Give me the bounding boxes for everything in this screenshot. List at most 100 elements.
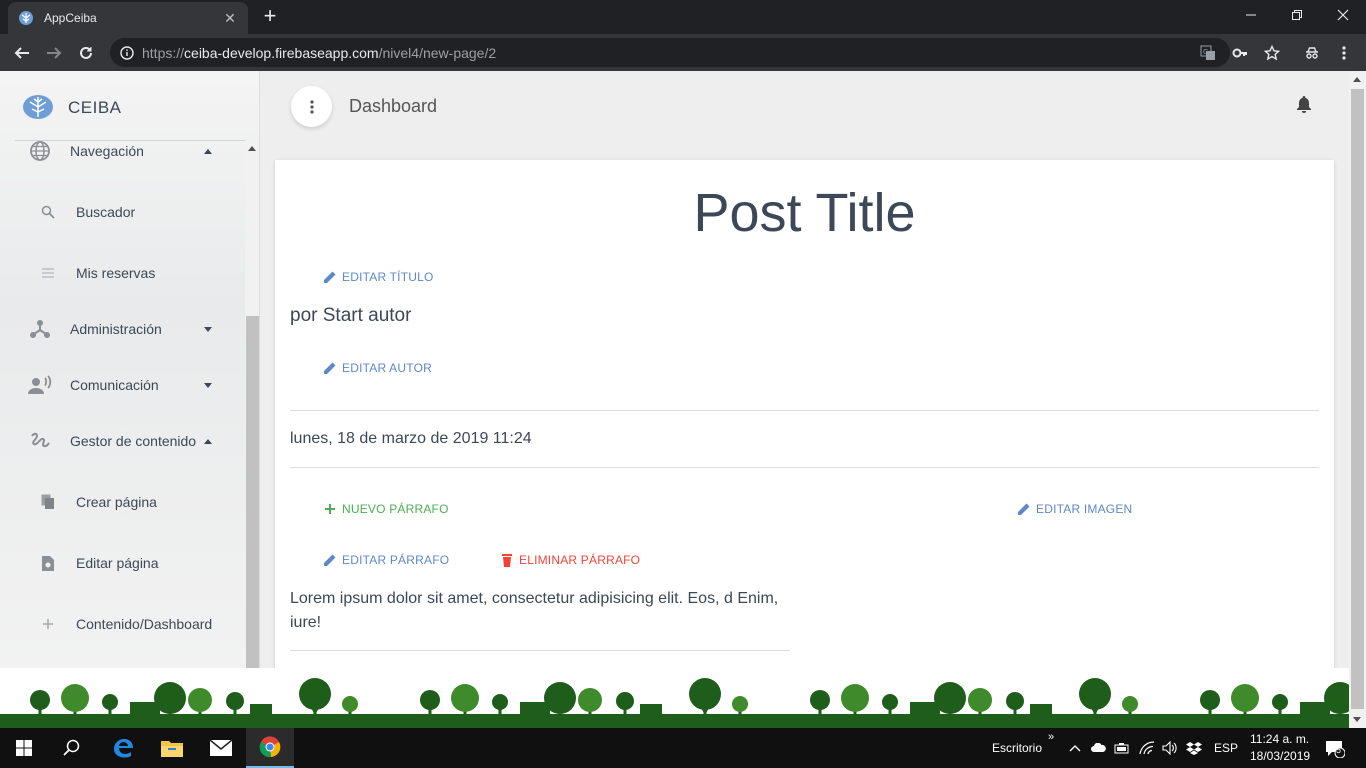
scroll-up-arrow-icon[interactable] — [1353, 77, 1361, 82]
sidebar-subitem-crear-pagina[interactable]: Crear página — [15, 482, 230, 522]
tab-title: AppCeiba — [44, 11, 97, 25]
incognito-icon[interactable] — [1302, 43, 1322, 63]
ceiba-logo-icon[interactable] — [22, 93, 54, 121]
edit-title-label: EDITAR TÍTULO — [342, 270, 434, 284]
volume-icon[interactable] — [1162, 740, 1178, 756]
bookmark-star-icon[interactable] — [1262, 43, 1282, 63]
back-button[interactable] — [9, 40, 35, 66]
edge-browser-button[interactable] — [99, 728, 147, 768]
chrome-icon — [259, 736, 281, 758]
url-path: /nivel4/new-page/2 — [378, 44, 497, 61]
delete-paragraph-label: ELIMINAR PÁRRAFO — [519, 553, 641, 567]
battery-icon[interactable] — [1114, 740, 1130, 756]
pencil-icon — [322, 269, 338, 285]
edit-author-button[interactable]: EDITAR AUTOR — [322, 360, 432, 376]
sidebar-subitem-editar-pagina[interactable]: Editar página — [15, 543, 230, 583]
key-icon[interactable] — [1230, 43, 1250, 63]
sidebar-subitem-buscador[interactable]: Buscador — [15, 192, 230, 232]
search-icon — [63, 739, 80, 756]
clock-time[interactable]: 11:24 a. m. — [1250, 732, 1309, 746]
sidebar-item-navegacion[interactable]: Navegación — [15, 131, 230, 171]
browser-tab[interactable]: AppCeiba ✕ — [8, 2, 248, 34]
scroll-up-arrow-icon[interactable] — [248, 146, 256, 151]
chrome-taskbar-button[interactable] — [246, 728, 294, 768]
hierarchy-icon — [25, 317, 55, 341]
divider — [290, 650, 790, 651]
new-paragraph-button[interactable]: NUEVO PÁRRAFO — [322, 501, 449, 517]
sidebar-item-label: Navegación — [70, 143, 144, 159]
edit-title-button[interactable]: EDITAR TÍTULO — [322, 269, 434, 285]
folder-icon — [161, 741, 183, 757]
edit-image-button[interactable]: EDITAR IMAGEN — [1016, 501, 1132, 517]
sidebar-subitem-mis-reservas[interactable]: Mis reservas — [15, 253, 230, 293]
chevron-up-icon[interactable] — [1067, 740, 1083, 756]
caret-down-icon — [204, 326, 212, 332]
plus-icon — [322, 501, 338, 517]
url-scheme: https:// — [142, 44, 185, 61]
sidebar-scroll-thumb[interactable] — [246, 316, 259, 668]
sidebar-item-label: Crear página — [76, 494, 157, 510]
sidebar-brand[interactable]: CEIBA — [68, 98, 122, 118]
globe-icon — [25, 139, 55, 163]
pencil-icon — [322, 552, 338, 568]
chrome-menu-icon[interactable] — [1334, 43, 1354, 63]
more-menu-button[interactable] — [291, 86, 332, 127]
sidebar-scrollbar[interactable] — [245, 141, 259, 668]
edit-paragraph-label: EDITAR PÁRRAFO — [342, 553, 450, 567]
chevron-double-right-icon[interactable]: » — [1048, 731, 1054, 743]
ceiba-favicon-icon — [18, 10, 34, 26]
action-center-button[interactable]: 5 — [1324, 739, 1346, 759]
pencil-icon — [1016, 501, 1032, 517]
windows-start-button[interactable] — [0, 728, 48, 768]
svg-text:G: G — [1203, 48, 1208, 56]
sidebar-item-gestor-contenido[interactable]: Gestor de contenido — [15, 421, 230, 461]
caret-down-icon — [204, 382, 212, 388]
close-window-button[interactable] — [1320, 0, 1366, 30]
list-icon — [40, 265, 56, 281]
notification-count: 5 — [1336, 745, 1342, 755]
delete-paragraph-button[interactable]: ELIMINAR PÁRRAFO — [499, 552, 640, 568]
taskbar-search-button[interactable] — [48, 728, 96, 768]
divider — [290, 410, 1319, 411]
record-voice-icon — [25, 373, 55, 397]
desktop-toolbar-label[interactable]: Escritorio — [992, 741, 1042, 755]
forest-footer-decoration — [0, 668, 1349, 728]
file-explorer-button[interactable] — [148, 728, 196, 768]
wifi-icon[interactable] — [1139, 740, 1155, 756]
pencil-icon — [322, 360, 338, 376]
restore-window-button[interactable] — [1274, 0, 1320, 30]
clock-date[interactable]: 18/03/2019 — [1250, 749, 1310, 763]
forward-button[interactable] — [41, 40, 67, 66]
site-info-icon[interactable] — [120, 45, 134, 60]
notifications-bell-icon[interactable] — [1296, 95, 1316, 115]
address-bar[interactable]: https://ceiba-develop.firebaseapp.com/ni… — [110, 38, 1230, 67]
dropbox-icon[interactable] — [1186, 740, 1202, 756]
sidebar-item-label: Administración — [70, 321, 162, 337]
url-text: https://ceiba-develop.firebaseapp.com/ni… — [142, 45, 496, 61]
edge-icon — [114, 739, 133, 758]
sidebar-item-comunicacion[interactable]: Comunicación — [15, 365, 230, 405]
windows-logo-icon — [16, 740, 32, 756]
mail-button[interactable] — [197, 728, 245, 768]
minimize-window-button[interactable] — [1228, 0, 1274, 30]
onedrive-cloud-icon[interactable] — [1090, 740, 1106, 756]
new-tab-button[interactable]: + — [258, 5, 282, 28]
edit-author-label: EDITAR AUTOR — [342, 361, 432, 375]
translate-icon[interactable]: G — [1198, 43, 1218, 63]
vertical-dots-icon — [309, 99, 314, 114]
copy-icon — [40, 494, 56, 510]
sidebar-item-label: Comunicación — [70, 377, 159, 393]
page-scrollbar[interactable] — [1349, 71, 1366, 728]
caret-up-icon — [204, 438, 212, 444]
main-content: Dashboard Post Title EDITAR TÍTULO por S… — [260, 71, 1349, 668]
scroll-down-arrow-icon[interactable] — [1353, 717, 1361, 722]
close-tab-icon[interactable]: ✕ — [222, 10, 238, 26]
sidebar-subitem-contenido-dashboard[interactable]: Contenido/Dashboard — [15, 604, 230, 644]
sidebar-item-administracion[interactable]: Administración — [15, 309, 230, 349]
edit-paragraph-button[interactable]: EDITAR PÁRRAFO — [322, 552, 449, 568]
page-scroll-thumb[interactable] — [1351, 89, 1364, 709]
post-title: Post Title — [693, 183, 916, 243]
browser-tab-bar: AppCeiba ✕ + — [0, 0, 1366, 34]
language-indicator[interactable]: ESP — [1214, 741, 1238, 755]
reload-button[interactable] — [73, 40, 99, 66]
